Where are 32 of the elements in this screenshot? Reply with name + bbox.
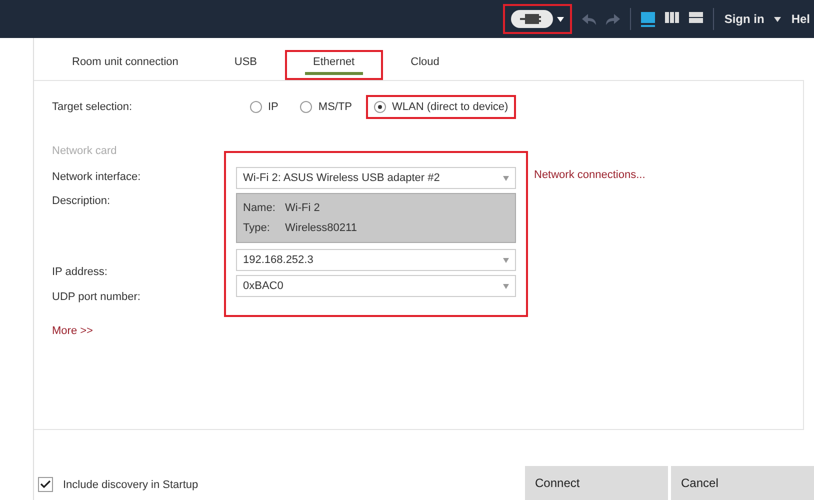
tab[interactable]: Room unit connection xyxy=(44,50,206,80)
field-label: Description: xyxy=(52,195,112,207)
sign-in-menu[interactable]: Sign in xyxy=(724,12,764,26)
single-view-icon[interactable] xyxy=(641,12,656,26)
network-interface-dropdown[interactable]: Wi-Fi 2: ASUS Wireless USB adapter #2 xyxy=(236,167,516,189)
description-line: Type: Wireless80211 xyxy=(243,221,358,236)
undo-icon[interactable] xyxy=(582,14,596,24)
more-link[interactable]: More >> xyxy=(52,325,93,337)
radio-option[interactable]: IP xyxy=(242,95,286,119)
dialog-button[interactable]: Cancel xyxy=(671,466,814,500)
radio-option[interactable]: MS/TP xyxy=(292,95,360,119)
connect-toggle[interactable] xyxy=(503,4,572,34)
dialog-button[interactable]: Connect xyxy=(525,466,668,500)
tab[interactable]: Ethernet xyxy=(285,50,383,80)
field-label: Target selection: xyxy=(52,101,134,113)
field-label: Network interface: xyxy=(52,171,142,183)
radio-option[interactable]: WLAN (direct to device) xyxy=(366,95,516,119)
caret-icon xyxy=(774,16,782,22)
field-label: IP address: xyxy=(52,266,108,278)
ip-address-dropdown[interactable]: 192.168.252.3 xyxy=(236,249,516,271)
caret-icon xyxy=(557,16,564,22)
field-label: UDP port number: xyxy=(52,291,142,303)
description-line: Name: Wi-Fi 2 xyxy=(243,201,321,216)
section-heading: Network card xyxy=(52,145,118,157)
include-discovery-checkbox[interactable]: Include discovery in Startup xyxy=(38,477,198,492)
tab[interactable]: USB xyxy=(206,50,286,80)
redo-icon[interactable] xyxy=(606,14,620,24)
tab[interactable]: Cloud xyxy=(382,50,468,80)
help-menu[interactable]: Hel xyxy=(791,12,810,26)
udp-port-dropdown[interactable]: 0xBAC0 xyxy=(236,275,516,297)
check-icon xyxy=(40,480,51,489)
network-connections-link[interactable]: Network connections... xyxy=(534,169,646,181)
